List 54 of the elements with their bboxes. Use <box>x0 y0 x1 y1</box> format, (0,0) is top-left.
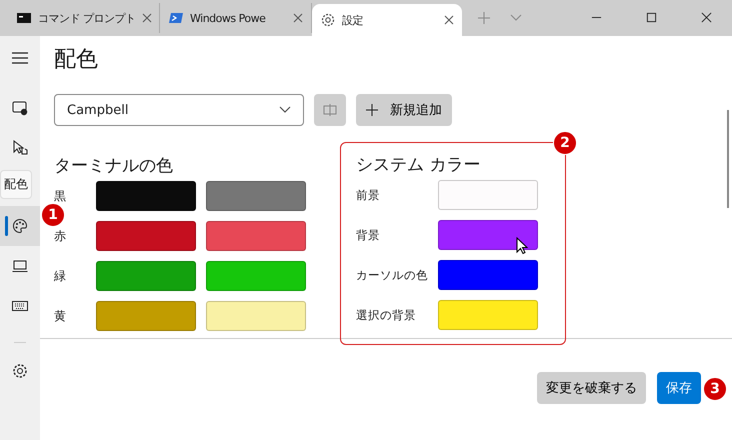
discard-button[interactable]: 変更を破棄する <box>537 372 646 404</box>
tab[interactable]: コマンド プロンプト <box>8 3 160 33</box>
color-swatch[interactable] <box>96 221 196 251</box>
close-icon[interactable] <box>701 12 712 23</box>
tab[interactable]: 設定 <box>312 4 462 36</box>
color-swatch[interactable] <box>438 260 538 290</box>
color-label: 赤 <box>54 228 67 244</box>
page-title: 配色 <box>54 46 99 74</box>
save-button[interactable]: 保存 <box>657 372 701 404</box>
tooltip: 配色 <box>0 170 32 199</box>
section-title: ターミナルの色 <box>54 155 174 177</box>
sidebar-item[interactable] <box>0 206 40 246</box>
keyboard-icon <box>12 298 28 314</box>
cursor-icon <box>516 237 528 255</box>
color-swatch[interactable] <box>206 221 306 251</box>
chevron-down-icon[interactable] <box>510 14 522 22</box>
close-icon[interactable] <box>444 15 454 25</box>
color-swatch[interactable] <box>438 220 538 250</box>
window-icon <box>12 100 28 116</box>
scheme-dropdown[interactable]: Campbell <box>54 94 304 126</box>
color-swatch[interactable] <box>206 301 306 331</box>
add-icon[interactable] <box>478 12 490 24</box>
section-title: システム カラー <box>356 154 482 176</box>
close-icon[interactable] <box>142 13 152 23</box>
color-label: 背景 <box>356 226 381 244</box>
color-swatch[interactable] <box>206 181 306 211</box>
settings-icon[interactable] <box>12 363 28 379</box>
color-label: 黒 <box>54 188 67 204</box>
chevron-down-icon <box>279 106 291 114</box>
color-swatch[interactable] <box>96 301 196 331</box>
color-swatch[interactable] <box>438 180 538 210</box>
rename-button[interactable] <box>314 94 346 126</box>
color-label: 緑 <box>54 268 67 284</box>
settings-icon <box>320 12 336 28</box>
color-swatch[interactable] <box>438 300 538 330</box>
laptop-icon <box>12 258 28 274</box>
color-swatch[interactable] <box>96 261 196 291</box>
add-icon <box>366 104 378 116</box>
palette-icon <box>12 218 28 234</box>
color-label: 黄 <box>54 308 67 324</box>
close-icon[interactable] <box>293 13 303 23</box>
color-label: 前景 <box>356 186 381 204</box>
color-swatch[interactable] <box>96 181 196 211</box>
color-swatch[interactable] <box>206 261 306 291</box>
color-label: カーソルの色 <box>356 266 428 284</box>
color-label: 選択の背景 <box>356 306 417 324</box>
callout-number: 2 <box>553 131 577 155</box>
powershell-icon <box>168 10 184 26</box>
callout-number: 1 <box>41 203 65 227</box>
new-button[interactable]: 新規追加 <box>356 94 452 126</box>
terminal-icon <box>16 10 32 26</box>
maximize-icon[interactable] <box>646 12 657 23</box>
menu-icon[interactable] <box>12 52 28 64</box>
callout-number: 3 <box>703 377 727 401</box>
